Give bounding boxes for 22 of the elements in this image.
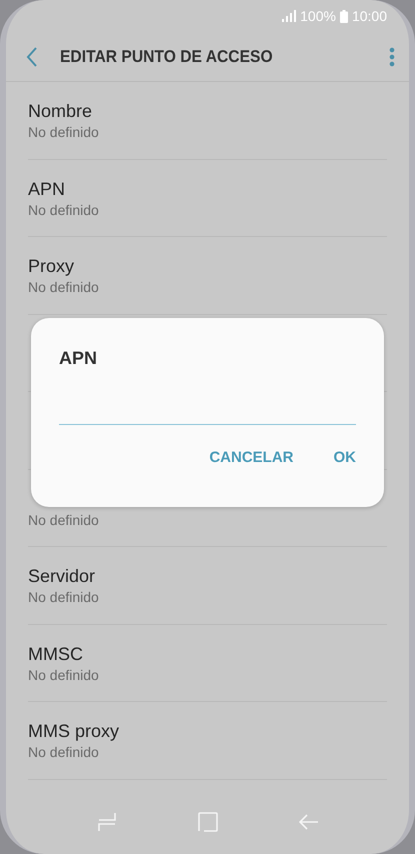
setting-title[interactable]: MMSC — [28, 642, 387, 666]
setting-value: No definido — [28, 666, 100, 684]
recent-apps-icon[interactable] — [96, 812, 116, 832]
back-arrow-icon[interactable] — [298, 812, 318, 832]
setting-value: No definido — [28, 278, 100, 296]
signal-icon — [282, 10, 296, 22]
screen-title: EDITAR PUNTO DE ACCESO — [60, 46, 274, 66]
setting-title[interactable]: Proxy — [28, 254, 387, 278]
setting-title[interactable]: MMS proxy — [28, 719, 387, 744]
battery-icon — [340, 10, 348, 22]
setting-value: No definido — [28, 743, 100, 762]
setting-value: No definido — [28, 510, 100, 529]
back-icon[interactable] — [26, 46, 38, 66]
more-options-icon[interactable] — [389, 46, 395, 66]
setting-value: No definido — [28, 588, 100, 606]
dialog-title: APN — [59, 348, 98, 369]
home-icon[interactable] — [198, 812, 218, 832]
setting-title[interactable]: Servidor — [28, 564, 387, 588]
setting-title[interactable]: Nombre — [28, 99, 387, 124]
setting-value: No definido — [28, 200, 100, 219]
setting-title[interactable]: APN — [28, 176, 387, 201]
setting-value: No definido — [28, 123, 100, 142]
